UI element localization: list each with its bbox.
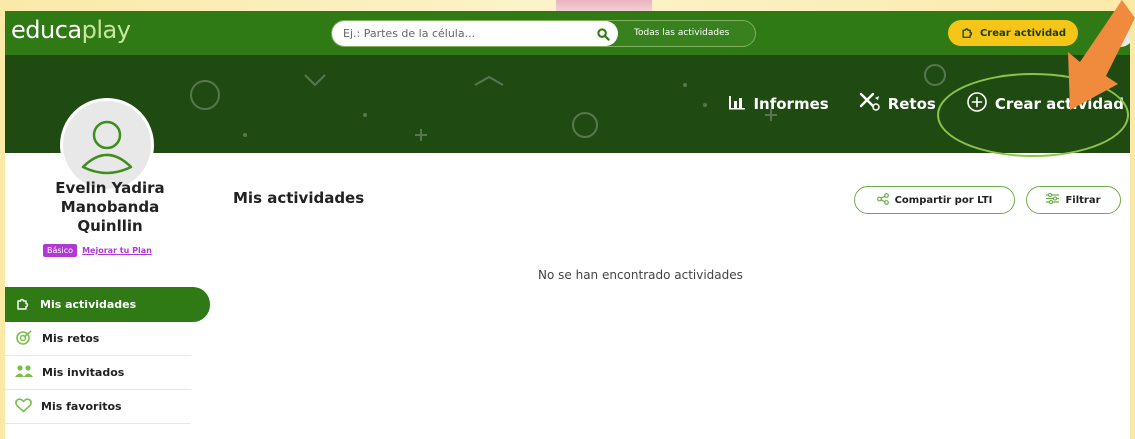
puzzle-icon [960, 25, 975, 42]
bar-chart-icon [728, 94, 746, 114]
share-lti-label: Compartir por LTI [894, 194, 993, 206]
sidebar-item-mis-favoritos[interactable]: Mis favoritos [5, 390, 191, 424]
reports-label: Informes [753, 95, 829, 113]
sidebar-item-mis-actividades[interactable]: Mis actividades [5, 287, 210, 322]
profile-avatar[interactable] [60, 98, 154, 192]
people-icon [15, 364, 33, 381]
challenges-label: Retos [887, 95, 936, 113]
page-title: Mis actividades [233, 189, 365, 207]
upgrade-plan-link[interactable]: Mejorar tu Plan [82, 246, 152, 255]
sidebar-item-label: Mis invitados [42, 366, 125, 379]
filter-icon [1046, 192, 1060, 207]
reports-link[interactable]: Informes [728, 94, 829, 114]
puzzle-icon [15, 295, 31, 314]
heart-icon [15, 397, 32, 416]
search-input[interactable] [332, 21, 618, 46]
target-icon [15, 329, 33, 348]
browser-viewport: educaplay Todas las actividades Crear ac… [5, 11, 1130, 439]
filter-label: Filtrar [1065, 194, 1101, 206]
user-name: Evelin Yadira Manobanda Quinllin [55, 179, 165, 235]
educaplay-logo[interactable]: educaplay [11, 16, 131, 44]
top-navbar: educaplay Todas las actividades Crear ac… [5, 11, 1130, 55]
sidebar-menu: Mis actividades Mis retos Mis invitados … [5, 287, 211, 424]
filter-button[interactable]: Filtrar [1026, 186, 1121, 214]
user-icon [81, 120, 133, 175]
sidebar-item-mis-retos[interactable]: Mis retos [5, 322, 191, 356]
sidebar-item-label: Mis actividades [40, 298, 137, 311]
search-bar: Todas las actividades [331, 20, 756, 47]
share-lti-button[interactable]: Compartir por LTI [854, 186, 1015, 214]
plan-row: Básico Mejorar tu Plan [43, 244, 152, 257]
search-icon[interactable] [594, 25, 612, 43]
annotation-arrow [1068, 0, 1135, 110]
empty-state-message: No se han encontrado actividades [538, 268, 743, 282]
challenges-link[interactable]: Retos [859, 92, 936, 116]
plan-badge: Básico [43, 244, 78, 257]
share-icon [876, 192, 889, 208]
search-scope-dropdown[interactable]: Todas las actividades [628, 21, 735, 46]
sidebar-item-mis-invitados[interactable]: Mis invitados [5, 356, 191, 390]
sidebar-item-label: Mis favoritos [41, 400, 122, 413]
challenge-icon [859, 92, 881, 116]
sidebar-item-label: Mis retos [42, 332, 100, 345]
